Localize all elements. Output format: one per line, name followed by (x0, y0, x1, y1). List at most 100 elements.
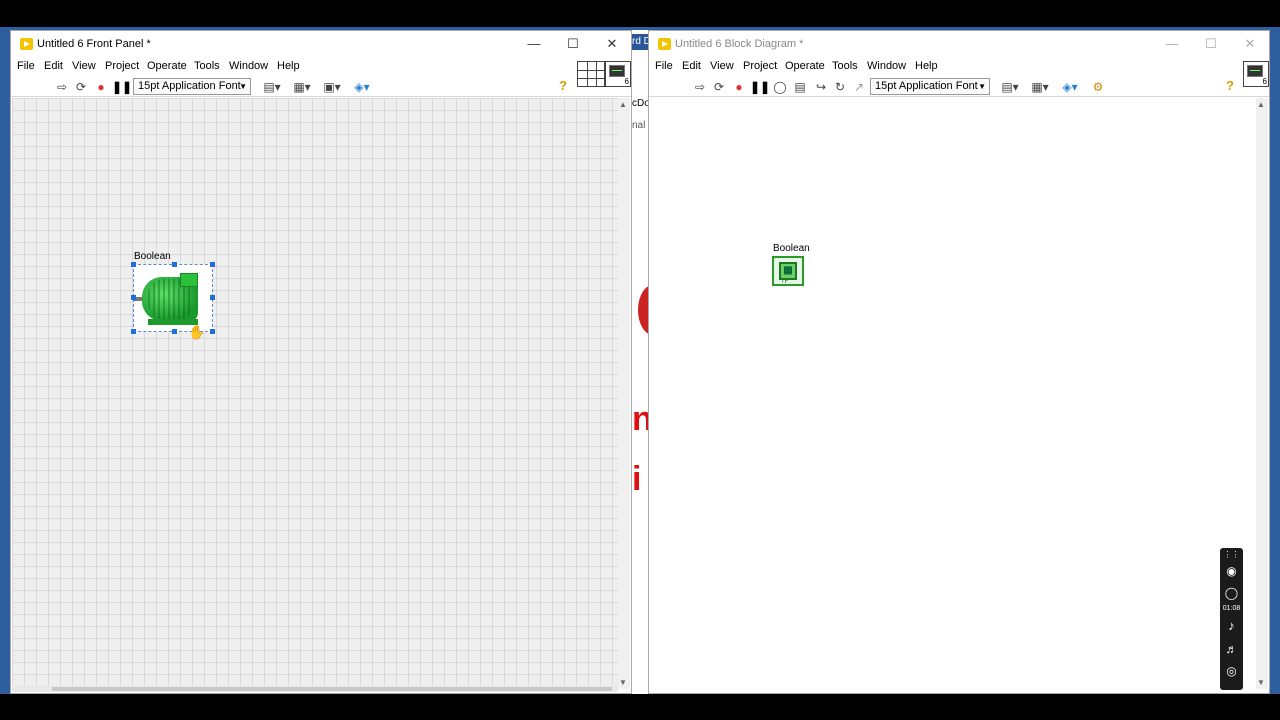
resize-handle-tr[interactable] (210, 262, 215, 267)
menu-view[interactable]: View (710, 60, 734, 72)
menu-project[interactable]: Project (105, 60, 139, 72)
close-button[interactable]: ✕ (599, 35, 625, 53)
boolean-terminal-label[interactable]: Boolean (773, 243, 810, 254)
block-diagram-canvas[interactable]: Boolean ▦ TF (650, 98, 1256, 689)
resize-handle-b[interactable] (172, 329, 177, 334)
menu-file[interactable]: File (17, 60, 35, 72)
front-panel-titlebar[interactable]: Untitled 6 Front Panel * — ☐ ✕ (11, 31, 631, 57)
menu-project[interactable]: Project (743, 60, 777, 72)
menu-view[interactable]: View (72, 60, 96, 72)
motor-boolean-control[interactable] (133, 264, 213, 332)
vi-icon-number: 6 (1262, 77, 1267, 86)
reorder-icon[interactable]: ◈▾ (1058, 79, 1082, 95)
step-out-icon[interactable]: ↗ (851, 79, 867, 95)
menu-help[interactable]: Help (915, 60, 938, 72)
reorder-icon[interactable]: ◈▾ (350, 79, 374, 95)
font-select[interactable]: 15pt Application Font ▼ (133, 78, 251, 95)
block-diagram-vertical-scrollbar[interactable]: ▲ ▼ (1256, 98, 1268, 689)
front-panel-title: Untitled 6 Front Panel * (37, 38, 151, 50)
retain-wire-values-icon[interactable]: ▤ (792, 79, 808, 95)
front-panel-window: Untitled 6 Front Panel * — ☐ ✕ File Edit… (10, 30, 632, 694)
record-icon[interactable]: ◯ (1220, 586, 1243, 600)
horizontal-scroll-thumb[interactable] (52, 687, 612, 691)
menu-tools[interactable]: Tools (194, 60, 220, 72)
background-window-text-2: nal (632, 120, 646, 131)
menu-window[interactable]: Window (229, 60, 268, 72)
abort-icon[interactable]: ● (94, 79, 108, 95)
align-objects-icon[interactable]: ▤▾ (998, 79, 1022, 95)
motor-terminal-box (180, 273, 198, 287)
connector-pane-icon[interactable] (577, 61, 605, 87)
resize-handle-tl[interactable] (131, 262, 136, 267)
distribute-objects-icon[interactable]: ▦▾ (290, 79, 314, 95)
webcam-icon[interactable]: ◎ (1220, 664, 1243, 678)
vi-icon-screen (1247, 65, 1263, 77)
resize-handle-bl[interactable] (131, 329, 136, 334)
background-red-text-2: i (632, 460, 642, 498)
labview-app-icon (20, 38, 33, 50)
resize-objects-icon[interactable]: ▣▾ (320, 79, 344, 95)
front-panel-vertical-scrollbar[interactable]: ▲ ▼ (618, 98, 630, 689)
distribute-objects-icon[interactable]: ▦▾ (1028, 79, 1052, 95)
font-select[interactable]: 15pt Application Font ▼ (870, 78, 990, 95)
vi-icon[interactable]: 6 (1243, 61, 1269, 87)
clean-up-diagram-icon[interactable]: ⚙ (1088, 79, 1108, 95)
boolean-control-label[interactable]: Boolean (134, 251, 171, 262)
align-objects-icon[interactable]: ▤▾ (260, 79, 284, 95)
block-diagram-titlebar[interactable]: Untitled 6 Block Diagram * — ☐ ✕ (649, 31, 1269, 57)
resize-handle-r[interactable] (210, 295, 215, 300)
menu-file[interactable]: File (655, 60, 673, 72)
menu-operate[interactable]: Operate (785, 60, 825, 72)
menu-edit[interactable]: Edit (44, 60, 63, 72)
maximize-button[interactable]: ☐ (1198, 35, 1224, 53)
speaker-icon[interactable]: ♬ (1220, 642, 1243, 656)
front-panel-horizontal-scrollbar[interactable] (12, 686, 618, 692)
minimize-button[interactable]: — (521, 35, 547, 53)
scroll-down-icon[interactable]: ▼ (619, 678, 627, 687)
menu-operate[interactable]: Operate (147, 60, 187, 72)
screen-recorder-panel: ⋮⋮ ◉ ◯ 01:08 ♪ ♬ ◎ (1220, 548, 1243, 690)
microphone-icon[interactable]: ♪ (1220, 618, 1243, 633)
step-into-icon[interactable]: ↪ (813, 79, 829, 95)
help-icon[interactable]: ? (559, 78, 567, 93)
recorder-menu-icon[interactable]: ⋮⋮ (1220, 550, 1243, 559)
pause-icon[interactable]: ❚❚ (750, 79, 770, 95)
close-button[interactable]: ✕ (1237, 35, 1263, 53)
chevron-down-icon: ▼ (239, 82, 247, 91)
help-icon[interactable]: ? (1226, 78, 1234, 93)
maximize-button[interactable]: ☐ (560, 35, 586, 53)
step-over-icon[interactable]: ↻ (832, 79, 848, 95)
resize-handle-br[interactable] (210, 329, 215, 334)
highlight-execution-icon[interactable]: ◯ (773, 79, 787, 95)
menu-help[interactable]: Help (277, 60, 300, 72)
vi-icon[interactable]: 6 (605, 61, 631, 87)
vi-icon-number: 6 (624, 77, 629, 86)
minimize-button[interactable]: — (1159, 35, 1185, 53)
pause-icon[interactable]: ❚❚ (112, 79, 132, 95)
front-panel-menubar: File Edit View Project Operate Tools Win… (11, 57, 631, 77)
abort-icon[interactable]: ● (732, 79, 746, 95)
vi-icon-screen (609, 65, 625, 77)
screen-bottom-bar (0, 694, 1280, 720)
hand-cursor-icon: ✋ (188, 324, 206, 340)
block-diagram-menubar: File Edit View Project Operate Tools Win… (649, 57, 1269, 77)
chevron-down-icon: ▼ (978, 82, 986, 91)
run-arrow-icon[interactable]: ⇨ (55, 79, 69, 95)
front-panel-canvas[interactable]: Boolean ✋ (12, 98, 618, 689)
run-continuously-icon[interactable]: ⟳ (73, 79, 89, 95)
camera-icon[interactable]: ◉ (1220, 564, 1243, 578)
boolean-terminal-glyph: ▦ (779, 262, 797, 280)
scroll-up-icon[interactable]: ▲ (619, 100, 627, 109)
run-continuously-icon[interactable]: ⟳ (711, 79, 727, 95)
scroll-down-icon[interactable]: ▼ (1257, 678, 1265, 687)
boolean-terminal[interactable]: ▦ TF (772, 256, 804, 286)
resize-handle-l[interactable] (131, 295, 136, 300)
resize-handle-t[interactable] (172, 262, 177, 267)
block-diagram-toolbar: ⇨ ⟳ ● ❚❚ ◯ ▤ ↪ ↻ ↗ 15pt Application Font… (649, 77, 1269, 97)
scroll-up-icon[interactable]: ▲ (1257, 100, 1265, 109)
front-panel-toolbar: ⇨ ⟳ ● ❚❚ 15pt Application Font ▼ ▤▾ ▦▾ ▣… (11, 77, 631, 97)
menu-tools[interactable]: Tools (832, 60, 858, 72)
menu-window[interactable]: Window (867, 60, 906, 72)
run-arrow-icon[interactable]: ⇨ (693, 79, 707, 95)
menu-edit[interactable]: Edit (682, 60, 701, 72)
